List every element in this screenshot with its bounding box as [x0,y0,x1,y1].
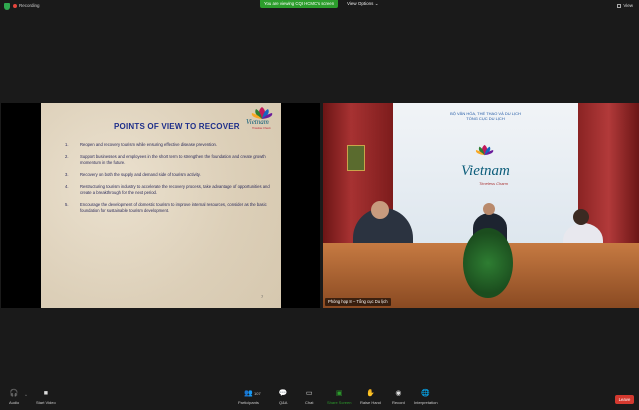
security-shield-icon[interactable] [4,3,10,10]
participant-left-head [371,201,389,219]
top-bar: Recording You are viewing CQI HCMC's scr… [0,0,639,12]
video-off-icon: ■ [43,390,48,397]
list-item: 2. Support businesses and employees in t… [65,154,266,165]
list-item: 3. Recovery on both the supply and deman… [65,172,201,178]
recording-indicator: Recording [13,3,40,8]
share-screen-icon: ▣ [335,390,343,397]
participant-right-head [573,209,589,225]
slide-page-number: 7 [261,294,264,299]
participants-count: 107 [254,391,261,396]
participant-name-label: Phòng họp 8 – Tổng cục Du lịch [325,298,391,306]
lotus-logo-icon [475,144,494,156]
backdrop-sign: BỘ VĂN HÓA, THỂ THAO VÀ DU LỊCH TỔNG CỤC… [450,111,521,121]
qa-icon: 💬 [278,390,288,397]
share-screen-button[interactable]: ▣ Share Screen [327,390,351,405]
viewing-screen-banner: You are viewing CQI HCMC's screen [260,0,339,8]
hand-icon: ✋ [366,390,375,397]
vietnam-logo: Vietnam Timeless Charm [246,106,279,133]
qa-button[interactable]: 💬 Q&A [278,390,288,405]
backdrop-tagline: Timeless Charm [479,181,509,186]
grid-view-icon [617,3,622,8]
chat-icon: ▭ [305,390,313,397]
chevron-down-icon: ⌄ [374,1,379,6]
leave-button[interactable]: Leave [615,395,634,404]
raise-hand-button[interactable]: ✋ Raise Hand [360,390,381,405]
list-item: 4. Restructuring tourism industry to acc… [65,184,270,196]
shared-screen-pane: POINTS OF VIEW TO RECOVER Vietnam Timele… [1,103,320,308]
wall-painting [347,145,365,171]
audio-button[interactable]: 🎧 Audio [9,390,19,405]
record-dot-icon [13,3,17,8]
interpretation-button[interactable]: 🌐 Interpretation [414,390,438,405]
zoom-meeting-window: Recording You are viewing CQI HCMC's scr… [0,0,639,410]
headphone-icon: 🎧 [9,390,19,397]
view-options-label: View Options [347,1,374,6]
view-button[interactable]: View [617,3,633,8]
logo-wordmark: Vietnam [246,118,269,126]
backdrop-wordmark: Vietnam [461,163,510,179]
start-video-button[interactable]: ■ Start Video [36,390,56,405]
view-options-button[interactable]: View Options ⌄ [347,1,378,7]
participant-video-tile[interactable]: BỘ VĂN HÓA, THỂ THAO VÀ DU LỊCH TỔNG CỤC… [323,103,639,308]
table-plant [463,228,513,298]
slide-points-list: 1. Reopen and recovery tourism while ens… [65,142,275,220]
participant-center-head [483,203,495,215]
participants-icon: 👥 [244,390,253,397]
presentation-slide: POINTS OF VIEW TO RECOVER Vietnam Timele… [41,103,281,308]
meeting-toolbar: 🎧 Audio ^ ■ Start Video 👥 Participants 1… [0,388,639,410]
record-icon: ◉ [395,390,402,397]
logo-tagline: Timeless Charm [252,127,271,130]
list-item: 1. Reopen and recovery tourism while ens… [65,142,218,147]
recording-label: Recording [19,3,40,8]
list-item: 5. Encourage the development of domestic… [65,202,267,214]
globe-icon: 🌐 [421,390,431,397]
audio-options-caret-icon[interactable]: ^ [25,393,27,398]
chat-button[interactable]: ▭ Chat [305,390,313,405]
view-label: View [623,3,633,8]
slide-title: POINTS OF VIEW TO RECOVER [114,122,240,131]
record-button[interactable]: ◉ Record [392,390,405,405]
